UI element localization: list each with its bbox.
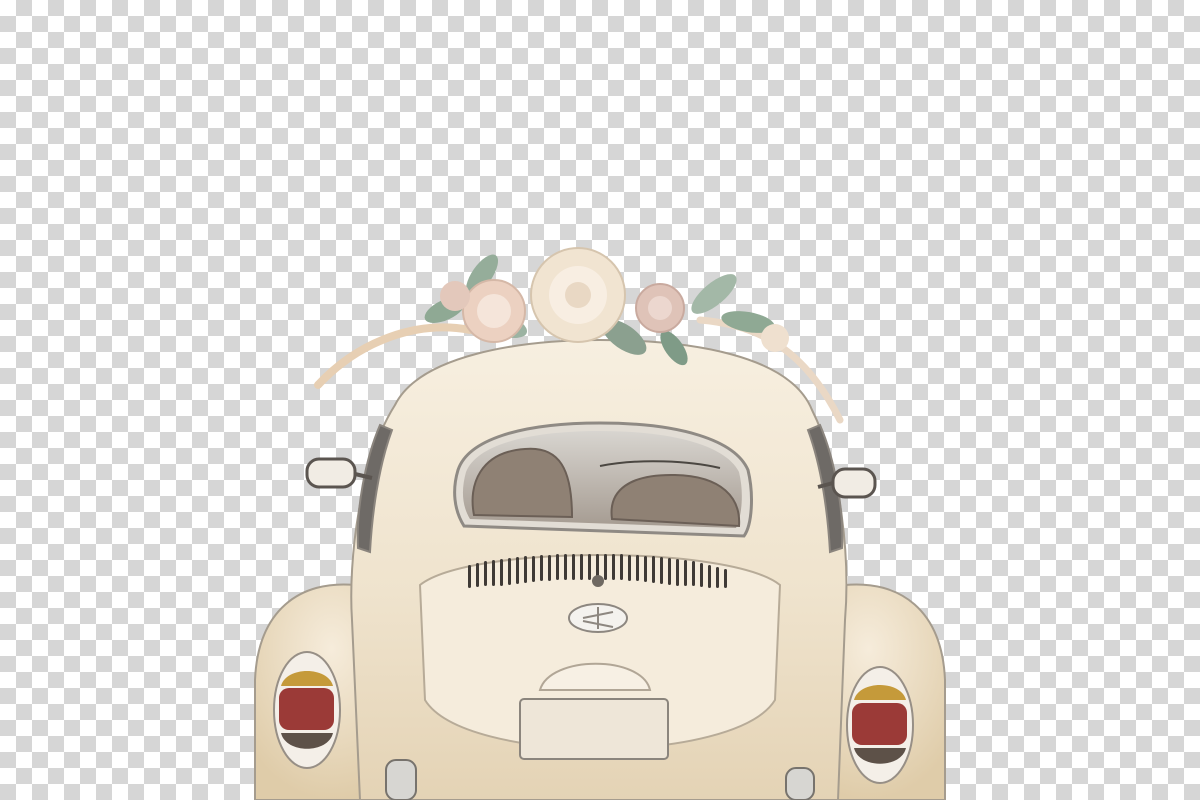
transparent-background-canvas xyxy=(0,0,1200,800)
car-illustration xyxy=(254,247,946,800)
right-bumper-guard xyxy=(785,767,815,800)
right-taillight xyxy=(846,666,914,784)
lid-screw xyxy=(592,575,604,587)
left-taillight xyxy=(273,651,341,769)
car-emblem-icon xyxy=(568,603,628,633)
license-plate xyxy=(519,698,669,760)
left-bumper-guard xyxy=(385,759,417,800)
